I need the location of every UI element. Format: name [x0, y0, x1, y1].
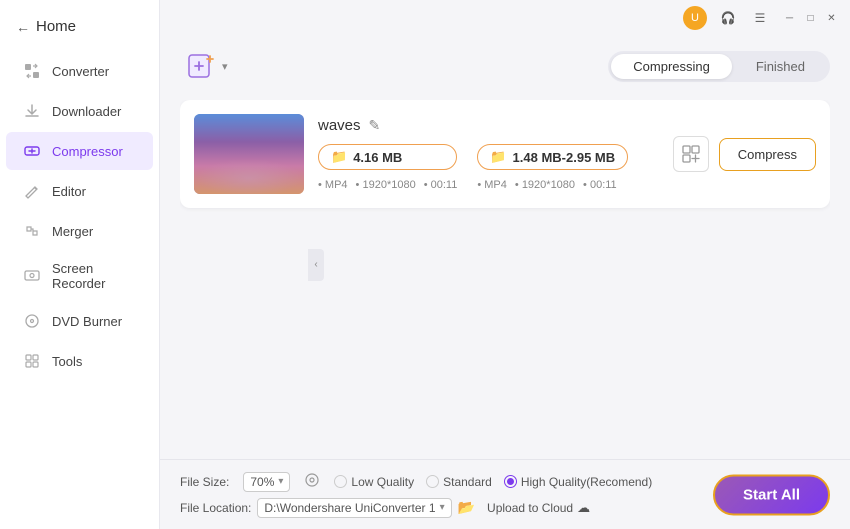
- file-card: waves ✎ 📁 4.16 MB MP4 1920*10: [180, 100, 830, 208]
- sidebar-item-converter[interactable]: Converter: [6, 52, 153, 90]
- file-size-label: File Size:: [180, 475, 229, 489]
- original-size-value: 4.16 MB: [353, 150, 402, 165]
- radio-high-quality[interactable]: High Quality(Recomend): [504, 475, 652, 489]
- screen-recorder-icon: [22, 266, 42, 286]
- edit-icon[interactable]: ✎: [369, 117, 381, 134]
- main-content: U 🎧 ☰ ─ □ ✕ ▾: [160, 0, 850, 529]
- back-arrow-icon: ←: [16, 19, 30, 35]
- dvd-burner-label: DVD Burner: [52, 314, 122, 329]
- upload-cloud-button[interactable]: Upload to Cloud ☁: [487, 500, 590, 516]
- add-file-dropdown-arrow: ▾: [222, 60, 228, 73]
- add-file-icon: [186, 50, 218, 82]
- original-file-meta: MP4 1920*1080 00:11: [318, 179, 457, 191]
- downloader-label: Downloader: [52, 104, 121, 119]
- radio-circle-low: [334, 475, 347, 488]
- compress-settings-button[interactable]: [673, 136, 709, 172]
- radio-low-quality[interactable]: Low Quality: [334, 475, 414, 489]
- window-controls: ─ □ ✕: [783, 12, 838, 25]
- radio-dot-high: [507, 478, 514, 485]
- downloader-icon: [22, 101, 42, 121]
- compressor-icon: [22, 141, 42, 161]
- editor-label: Editor: [52, 184, 86, 199]
- minimize-button[interactable]: ─: [783, 12, 796, 25]
- content-area: ▾ Compressing Finished waves ✎: [160, 36, 850, 459]
- sidebar-item-editor[interactable]: Editor: [6, 172, 153, 210]
- tab-compressing[interactable]: Compressing: [611, 54, 732, 79]
- tab-finished[interactable]: Finished: [734, 54, 827, 79]
- sidebar: ← Home Converter Downloader: [0, 0, 160, 529]
- sidebar-item-tools[interactable]: Tools: [6, 342, 153, 380]
- files-area: waves ✎ 📁 4.16 MB MP4 1920*10: [180, 100, 830, 459]
- upload-cloud-label: Upload to Cloud: [487, 501, 573, 515]
- start-all-button[interactable]: Start All: [713, 474, 830, 515]
- sidebar-collapse-button[interactable]: ‹: [308, 249, 324, 281]
- compress-section: Compress: [673, 136, 816, 172]
- converter-label: Converter: [52, 64, 109, 79]
- radio-circle-standard: [426, 475, 439, 488]
- screen-recorder-label: Screen Recorder: [52, 261, 137, 291]
- home-nav[interactable]: ← Home: [0, 10, 159, 51]
- file-location-label: File Location:: [180, 501, 251, 515]
- close-button[interactable]: ✕: [825, 12, 838, 25]
- file-name: waves: [318, 117, 361, 134]
- original-size-box: 📁 4.16 MB: [318, 144, 457, 170]
- menu-icon[interactable]: ☰: [749, 7, 771, 29]
- titlebar: U 🎧 ☰ ─ □ ✕: [160, 0, 850, 36]
- merger-icon: [22, 221, 42, 241]
- user-avatar[interactable]: U: [683, 6, 707, 30]
- location-path-value: D:\Wondershare UniConverter 1: [264, 501, 435, 515]
- compressor-label: Compressor: [52, 144, 123, 159]
- folder-icon-original: 📁: [331, 149, 347, 165]
- titlebar-icons: U 🎧 ☰: [683, 6, 771, 30]
- quality-radio-group: Low Quality Standard High Quality(Recome…: [334, 475, 652, 489]
- sidebar-item-merger[interactable]: Merger: [6, 212, 153, 250]
- compressed-file-meta: MP4 1920*1080 00:11: [477, 179, 628, 191]
- headphone-icon[interactable]: 🎧: [717, 7, 739, 29]
- sidebar-item-dvd-burner[interactable]: DVD Burner: [6, 302, 153, 340]
- cloud-icon: ☁: [577, 500, 590, 516]
- file-info: waves ✎ 📁 4.16 MB MP4 1920*10: [318, 117, 659, 191]
- file-thumbnail: [194, 114, 304, 194]
- file-sizes-row: 📁 4.16 MB MP4 1920*1080 00:11: [318, 144, 659, 191]
- merger-label: Merger: [52, 224, 93, 239]
- dropdown-arrow-location-icon: ▾: [440, 502, 445, 513]
- file-name-row: waves ✎: [318, 117, 659, 134]
- home-label: Home: [36, 18, 76, 35]
- dvd-burner-icon: [22, 311, 42, 331]
- content-topbar: ▾ Compressing Finished: [180, 46, 830, 86]
- sidebar-item-compressor[interactable]: Compressor: [6, 132, 153, 170]
- folder-browse-icon[interactable]: 📂: [458, 499, 475, 516]
- compressed-size-box: 📁 1.48 MB-2.95 MB: [477, 144, 628, 170]
- compress-button[interactable]: Compress: [719, 138, 816, 171]
- dropdown-arrow-icon: ▾: [278, 476, 283, 487]
- compressed-size-value: 1.48 MB-2.95 MB: [513, 150, 616, 165]
- add-file-button[interactable]: ▾: [180, 46, 234, 86]
- quality-settings-icon[interactable]: [304, 472, 320, 491]
- editor-icon: [22, 181, 42, 201]
- folder-icon-compressed: 📁: [490, 149, 506, 165]
- tabs-container: Compressing Finished: [608, 51, 830, 82]
- sidebar-item-downloader[interactable]: Downloader: [6, 92, 153, 130]
- sidebar-item-screen-recorder[interactable]: Screen Recorder: [6, 252, 153, 300]
- converter-icon: [22, 61, 42, 81]
- radio-standard[interactable]: Standard: [426, 475, 492, 489]
- quality-value: 70%: [250, 475, 274, 489]
- thumbnail-image: [194, 114, 304, 194]
- tools-label: Tools: [52, 354, 82, 369]
- location-path-select[interactable]: D:\Wondershare UniConverter 1 ▾: [257, 498, 451, 518]
- bottom-bar: File Size: 70% ▾ Low Quality Standard: [160, 459, 850, 529]
- tools-icon: [22, 351, 42, 371]
- quality-select[interactable]: 70% ▾: [243, 472, 290, 492]
- radio-circle-high: [504, 475, 517, 488]
- maximize-button[interactable]: □: [804, 12, 817, 25]
